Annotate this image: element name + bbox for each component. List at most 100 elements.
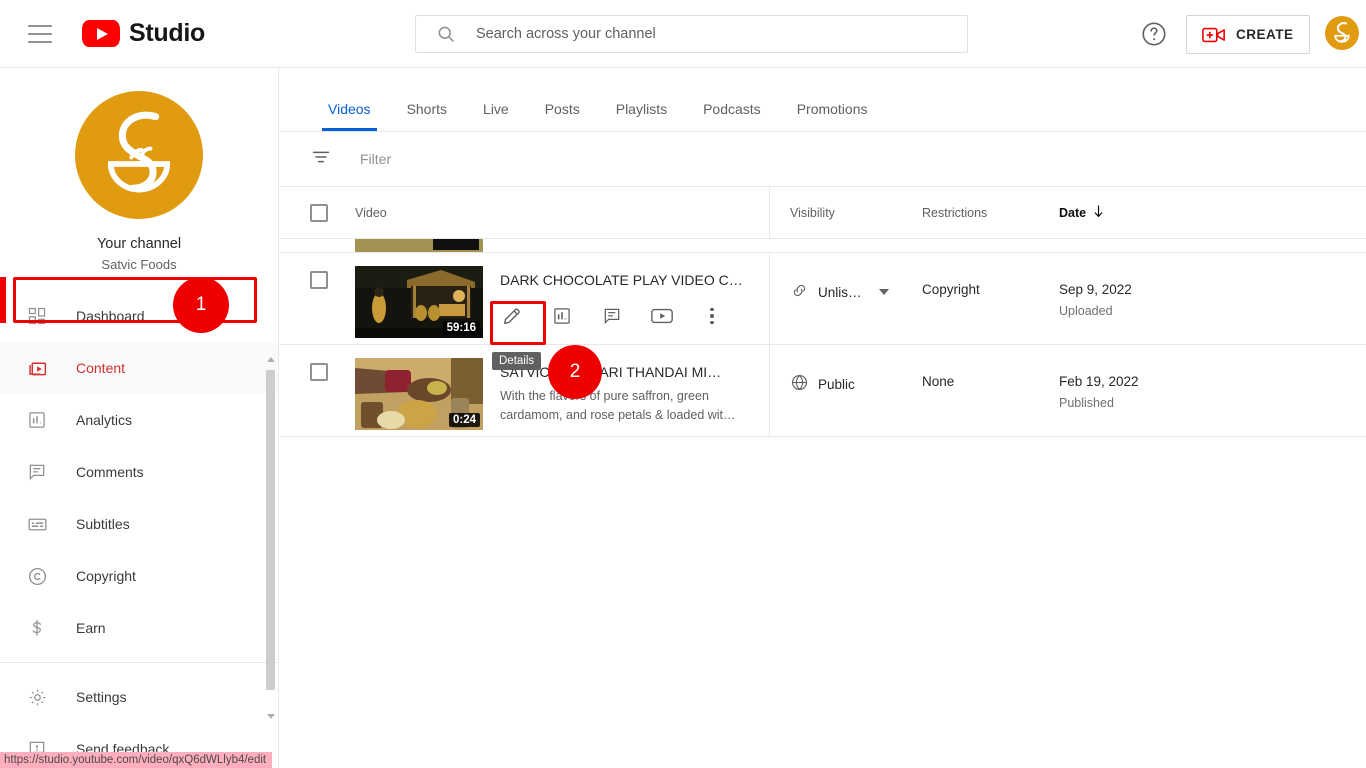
header-date[interactable]: Date [1059, 204, 1105, 222]
comments-icon[interactable] [596, 300, 628, 332]
link-unlisted-icon [790, 281, 809, 303]
status-bar-url: https://studio.youtube.com/video/qxQ6dWL… [0, 752, 273, 768]
create-video-icon [1202, 27, 1225, 42]
tab-playlists[interactable]: Playlists [598, 101, 685, 131]
analytics-bar-icon [24, 410, 50, 430]
annotation-badge-1: 1 [173, 277, 229, 333]
search-input-placeholder[interactable]: Search across your channel [476, 26, 656, 42]
more-options-kebab-icon[interactable] [696, 300, 728, 332]
sidebar-item-label: Subtitles [76, 516, 130, 532]
views-cell: 39 [1360, 282, 1366, 297]
studio-brand-logo[interactable]: Studio [82, 19, 205, 48]
row-hover-actions [496, 300, 728, 332]
filter-icon[interactable] [310, 146, 332, 173]
tab-videos[interactable]: Videos [310, 101, 389, 131]
hamburger-menu-icon[interactable] [28, 24, 52, 43]
video-thumbnail[interactable]: 59:16 [355, 266, 483, 338]
video-duration: 0:24 [448, 413, 480, 427]
row-checkbox[interactable] [310, 363, 328, 381]
date-cell: Feb 19, 2022 Published [1059, 374, 1139, 410]
avatar[interactable] [1325, 16, 1359, 50]
sidebar-item-label: Comments [76, 464, 144, 480]
row-checkbox[interactable] [310, 271, 328, 289]
sidebar-item-dashboard[interactable]: Dashboard [0, 290, 278, 342]
sidebar-scrollbar[interactable] [265, 353, 277, 723]
sidebar-item-label: Dashboard [76, 308, 145, 324]
header-visibility[interactable]: Visibility [790, 206, 835, 220]
sidebar-item-earn[interactable]: Earn [0, 602, 278, 654]
table-header: Video Visibility Restrictions Date Views… [280, 187, 1366, 239]
date-cell: Sep 9, 2022 Uploaded [1059, 282, 1132, 318]
search-icon [436, 24, 456, 44]
header-video[interactable]: Video [355, 206, 387, 220]
sidebar-item-label: Earn [76, 620, 106, 636]
subtitles-icon [24, 514, 50, 535]
copyright-circle-icon [24, 566, 50, 587]
sidebar-item-settings[interactable]: Settings [0, 671, 278, 723]
tab-label: Promotions [796, 101, 868, 117]
restrictions-cell[interactable]: None [922, 374, 954, 389]
visibility-cell[interactable]: Public [790, 373, 855, 395]
sidebar-item-content[interactable]: Content [0, 342, 278, 394]
tab-label: Playlists [615, 101, 668, 117]
header-restrictions[interactable]: Restrictions [922, 206, 987, 220]
sidebar-item-copyright[interactable]: Copyright [0, 550, 278, 602]
youtube-logo-icon [82, 20, 120, 47]
sidebar-item-analytics[interactable]: Analytics [0, 394, 278, 446]
table-row[interactable]: 0:24 SATVIC … KESARI THANDAI MI… With th… [280, 345, 1366, 437]
column-divider [769, 187, 770, 238]
channel-block: Your channel Satvic Foods [0, 68, 278, 272]
date-value: Sep 9, 2022 [1059, 282, 1132, 297]
annotation-badge-2: 2 [548, 345, 602, 399]
content-video-icon [24, 358, 50, 379]
tab-podcasts[interactable]: Podcasts [685, 101, 779, 131]
table-row[interactable]: 59:16 DARK CHOCOLATE PLAY VIDEO CLIP… Un… [280, 253, 1366, 345]
column-divider [769, 253, 770, 344]
scroll-up-arrow-icon[interactable] [267, 357, 275, 362]
tab-label: Podcasts [703, 101, 761, 117]
channel-avatar[interactable] [75, 91, 203, 219]
visibility-value: Public [818, 376, 855, 392]
visibility-cell[interactable]: Unlis… [790, 281, 889, 303]
tab-label: Posts [544, 101, 580, 117]
chevron-down-icon[interactable] [878, 289, 889, 295]
youtube-player-icon[interactable] [646, 300, 678, 332]
earn-dollar-icon [24, 618, 50, 638]
your-channel-label: Your channel [96, 236, 182, 252]
create-button[interactable]: CREATE [1186, 15, 1310, 54]
sidebar-item-comments[interactable]: Comments [0, 446, 278, 498]
video-thumbnail[interactable]: 0:24 [355, 358, 483, 430]
analytics-icon[interactable] [546, 300, 578, 332]
video-title[interactable]: DARK CHOCOLATE PLAY VIDEO CLIP… [500, 272, 750, 288]
restrictions-cell[interactable]: Copyright [922, 282, 980, 297]
sidebar-item-label: Analytics [76, 412, 133, 428]
scroll-down-arrow-icon[interactable] [267, 714, 275, 719]
tab-posts[interactable]: Posts [527, 101, 598, 131]
filter-input[interactable]: Filter [360, 151, 391, 167]
video-thumbnail-partial [355, 239, 483, 252]
search-bar[interactable]: Search across your channel [415, 15, 968, 53]
top-header: Studio Search across your channel CREATE [0, 0, 1366, 68]
tab-live[interactable]: Live [465, 101, 527, 131]
sidebar-divider [0, 662, 278, 663]
channel-name: Satvic Foods [101, 257, 177, 272]
sort-descending-arrow-icon [1092, 204, 1105, 222]
help-question-icon[interactable] [1140, 20, 1168, 48]
brand-text: Studio [129, 19, 205, 47]
create-button-label: CREATE [1236, 27, 1294, 42]
header-date-label: Date [1059, 205, 1087, 220]
sidebar-item-subtitles[interactable]: Subtitles [0, 498, 278, 550]
details-edit-icon[interactable] [496, 300, 528, 332]
content-tabs: Videos Shorts Live Posts Playlists Podca… [280, 68, 1366, 132]
video-duration: 59:16 [442, 321, 480, 335]
visibility-value: Unlis… [818, 284, 862, 300]
select-all-checkbox[interactable] [310, 203, 328, 222]
sidebar-nav-list: Dashboard Content Analytics Comments Sub… [0, 290, 278, 768]
youtube-studio-page: Studio Search across your channel CREATE… [0, 0, 1366, 768]
scrollbar-thumb[interactable] [266, 370, 275, 690]
tab-promotions[interactable]: Promotions [779, 101, 886, 131]
tab-shorts[interactable]: Shorts [389, 101, 465, 131]
date-status: Uploaded [1059, 304, 1113, 318]
sidebar-item-label: Content [76, 360, 126, 376]
tab-label: Videos [328, 101, 371, 117]
